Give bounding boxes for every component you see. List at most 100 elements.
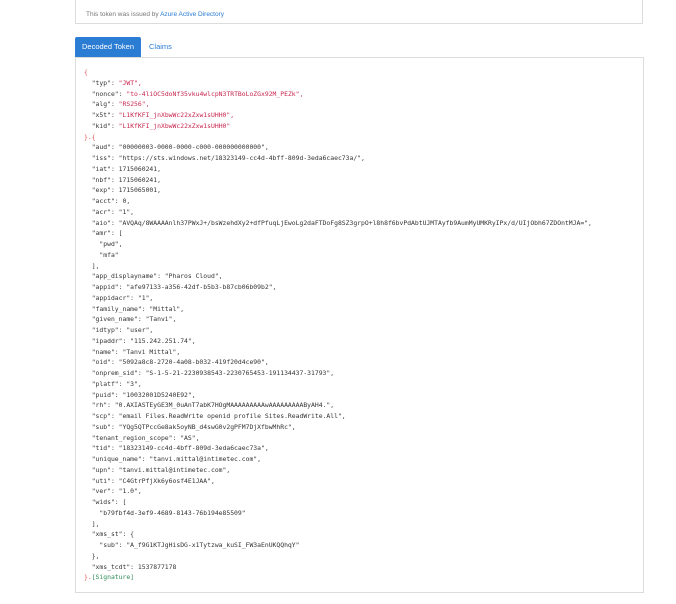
payload-claim-line: "iat": 1715060241, (84, 165, 161, 173)
payload-claim-text: "acct": 0, (91, 197, 131, 205)
payload-claim-line: "amr": [ (84, 229, 123, 238)
payload-claim-text: "sub": "YQg5QTPccGe8ak5oyNB_d4swG0v2gPFM… (91, 422, 296, 431)
payload-claim-line: "aio": "AVQAq/8WAAAAnlh37PWxJ+/bsWzehdXy… (84, 219, 592, 227)
payload-claim-line: "wids": [ (84, 498, 127, 506)
payload-claim-text: }, (91, 551, 100, 560)
payload-claim-line: "acr": "1", (84, 208, 134, 216)
payload-claim-line: "given_name": "Tanvi", (84, 315, 177, 324)
payload-claim-line: "uti": "C4GtrPfjXk6y6osf4E1JAA", (84, 477, 215, 485)
header-claim-key: "x5t" (91, 111, 111, 119)
header-claim-key: "alg" (91, 100, 111, 109)
header-claim-key: "nonce" (91, 89, 119, 98)
issuer-notice: This token was issued by Azure Active Di… (86, 11, 224, 18)
payload-claim-line: "onprem_sid": "S-1-5-21-2230938543-22307… (84, 369, 334, 377)
open-brace: { (84, 68, 88, 76)
header-claim-value: "L1KfKFI_jnXbwWc22xZxw1sUHH0", (118, 111, 235, 119)
payload-claim-line: "ipaddr": "115.242.251.74", (84, 337, 196, 345)
payload-claim-text: "platf": "3", (91, 379, 142, 388)
payload-claim-line: "sub": "YQg5QTPccGe8ak5oyNB_d4swG0v2gPFM… (84, 423, 296, 431)
payload-claim-text: "app_displayname": "Pharos Cloud", (91, 272, 223, 281)
header-claim-key: "kid" (91, 121, 111, 130)
payload-claim-text: "mfa" (91, 250, 119, 259)
payload-claim-line: }, (84, 551, 100, 560)
tab-claims[interactable]: Claims (141, 37, 180, 57)
payload-claim-text: "upn": "tanvi.mittal@intimetec.com", (91, 465, 231, 474)
payload-claim-text: "nbf": 1715060241, (91, 175, 161, 184)
issuer-panel: This token was issued by Azure Active Di… (75, 0, 643, 24)
payload-claim-line: "ver": "1.0", (84, 487, 142, 495)
header-claim-line: "nonce": "to-4liOC5doNf35vku4wlcpN3TRTBo… (91, 89, 304, 98)
payload-claim-line: ], (84, 519, 100, 528)
payload-claim-line: "rh": "0.AXIASTEyGE3M_0uAnT7abK7HOgMAAAA… (84, 401, 334, 409)
signature-text: [Signature] (91, 573, 135, 582)
header-claim-value: "L1KfKFI_jnXbwWc22xZxw1sUHH0" (118, 121, 231, 130)
payload-claim-text: "b79fbf4d-3ef9-4689-8143-76b194e85509" (91, 508, 246, 517)
payload-claim-text: "uti": "C4GtrPfjXk6y6osf4E1JAA", (91, 476, 215, 485)
payload-claim-text: "onprem_sid": "S-1-5-21-2230938543-22307… (91, 369, 335, 377)
payload-claim-line: "scp": "email Files.ReadWrite openid pro… (84, 412, 346, 420)
payload-claim-text: "ipaddr": "115.242.251.74", (91, 336, 196, 345)
payload-claim-line: "xms_tcdt": 1537877178 (84, 562, 177, 571)
payload-claim-line: "family_name": "Mittal", (84, 305, 184, 313)
payload-claim-text: "amr": [ (91, 229, 123, 238)
payload-claim-text: "wids": [ (91, 498, 127, 506)
payload-claim-line: "unique_name": "tanvi.mittal@intimetec.c… (84, 455, 261, 463)
header-claim-value: "JWT", (118, 78, 142, 87)
payload-claim-line: "exp": 1715065001, (84, 186, 161, 194)
token-code: { "typ": "JWT", "nonce": "to-4liOC5doNf3… (84, 67, 592, 583)
payload-claim-text: "sub": "A_f9G1KTJgHisDG-x1Tytzwa_kuSI_FW… (91, 541, 300, 549)
tab-decoded-token[interactable]: Decoded Token (75, 37, 141, 57)
payload-claim-text: "tenant_region_scope": "AS", (91, 433, 200, 442)
payload-claim-line: "mfa" (84, 250, 119, 259)
payload-claim-text: "given_name": "Tanvi", (91, 315, 177, 324)
payload-claim-line: "idtyp": "user", (84, 326, 154, 334)
payload-claim-line: "acct": 0, (84, 197, 130, 205)
payload-claim-line: "aud": "00000003-0000-0000-c000-00000000… (84, 143, 269, 151)
payload-claim-text: "family_name": "Mittal", (91, 304, 185, 313)
payload-claim-text: "iss": "https://sts.windows.net/18323149… (91, 154, 365, 162)
payload-claim-text: "puid": "10032001D5240E92", (91, 390, 196, 399)
payload-claim-text: "aio": "AVQAq/8WAAAAnlh37PWxJ+/bsWzehdXy… (91, 218, 592, 227)
payload-claim-line: "pwd", (84, 240, 122, 248)
footer-prefix: }. (84, 573, 92, 582)
payload-claim-text: "pwd", (91, 240, 123, 248)
issuer-notice-text: This token was issued by (86, 11, 161, 18)
payload-claim-line: "tenant_region_scope": "AS", (84, 433, 200, 442)
payload-claim-line: "oid": "5092a8c8-2720-4a08-b032-419f20d4… (84, 358, 269, 366)
header-claim-line: "typ": "JWT", (91, 78, 142, 87)
payload-claim-line: "b79fbf4d-3ef9-4689-8143-76b194e85509" (84, 508, 246, 517)
payload-claim-text: "aud": "00000003-0000-0000-c000-00000000… (91, 143, 269, 152)
payload-claim-line: ], (84, 262, 100, 270)
payload-claim-text: "rh": "0.AXIASTEyGE3M_0uAnT7abK7HOgMAAAA… (91, 401, 335, 410)
decoded-token-panel: { "typ": "JWT", "nonce": "to-4liOC5doNf3… (75, 57, 644, 593)
header-payload-separator: }.{ (84, 132, 96, 141)
payload-claim-text: "xms_tcdt": 1537877178 (91, 562, 177, 571)
payload-claim-line: "appid": "afe97133-a356-42df-b5b3-b87cb0… (84, 283, 277, 291)
payload-claim-line: "iss": "https://sts.windows.net/18323149… (84, 154, 365, 162)
payload-claim-line: "puid": "10032001D5240E92", (84, 391, 196, 399)
payload-claim-line: "nbf": 1715060241, (84, 176, 161, 184)
payload-claim-text: "ver": "1.0", (91, 487, 142, 496)
payload-claim-text: "acr": "1", (91, 207, 135, 216)
payload-claim-line: "name": "Tanvi Mittal", (84, 348, 181, 356)
header-claim-key: "typ" (91, 78, 111, 87)
payload-claim-text: ], (91, 519, 100, 528)
payload-claim-line: "upn": "tanvi.mittal@intimetec.com", (84, 465, 231, 474)
payload-claim-text: "idtyp": "user", (91, 326, 154, 334)
payload-claim-text: "unique_name": "tanvi.mittal@intimetec.c… (91, 455, 261, 463)
payload-claim-text: "xms_st": { (91, 530, 135, 539)
token-tabs: Decoded Token Claims (75, 37, 180, 57)
payload-claim-text: "appid": "afe97133-a356-42df-b5b3-b87cb0… (91, 283, 277, 291)
payload-claim-line: "appidacr": "1", (84, 293, 154, 302)
payload-claim-text: "exp": 1715065001, (91, 186, 161, 195)
payload-claim-line: "sub": "A_f9G1KTJgHisDG-x1Tytzwa_kuSI_FW… (84, 541, 299, 549)
payload-claim-text: "tid": "18323149-cc4d-4bff-809d-3eda6cae… (91, 444, 269, 453)
header-claim-line: "x5t": "L1KfKFI_jnXbwWc22xZxw1sUHH0", (91, 111, 235, 119)
payload-claim-line: "app_displayname": "Pharos Cloud", (84, 272, 223, 280)
issuer-link[interactable]: Azure Active Directory (160, 11, 224, 18)
header-claim-line: "kid": "L1KfKFI_jnXbwWc22xZxw1sUHH0" (91, 121, 231, 130)
payload-claim-text: "appidacr": "1", (91, 293, 154, 302)
payload-claim-text: "scp": "email Files.ReadWrite openid pro… (91, 412, 346, 420)
payload-claim-text: "iat": 1715060241, (91, 164, 161, 173)
payload-claim-line: "tid": "18323149-cc4d-4bff-809d-3eda6cae… (84, 444, 269, 452)
